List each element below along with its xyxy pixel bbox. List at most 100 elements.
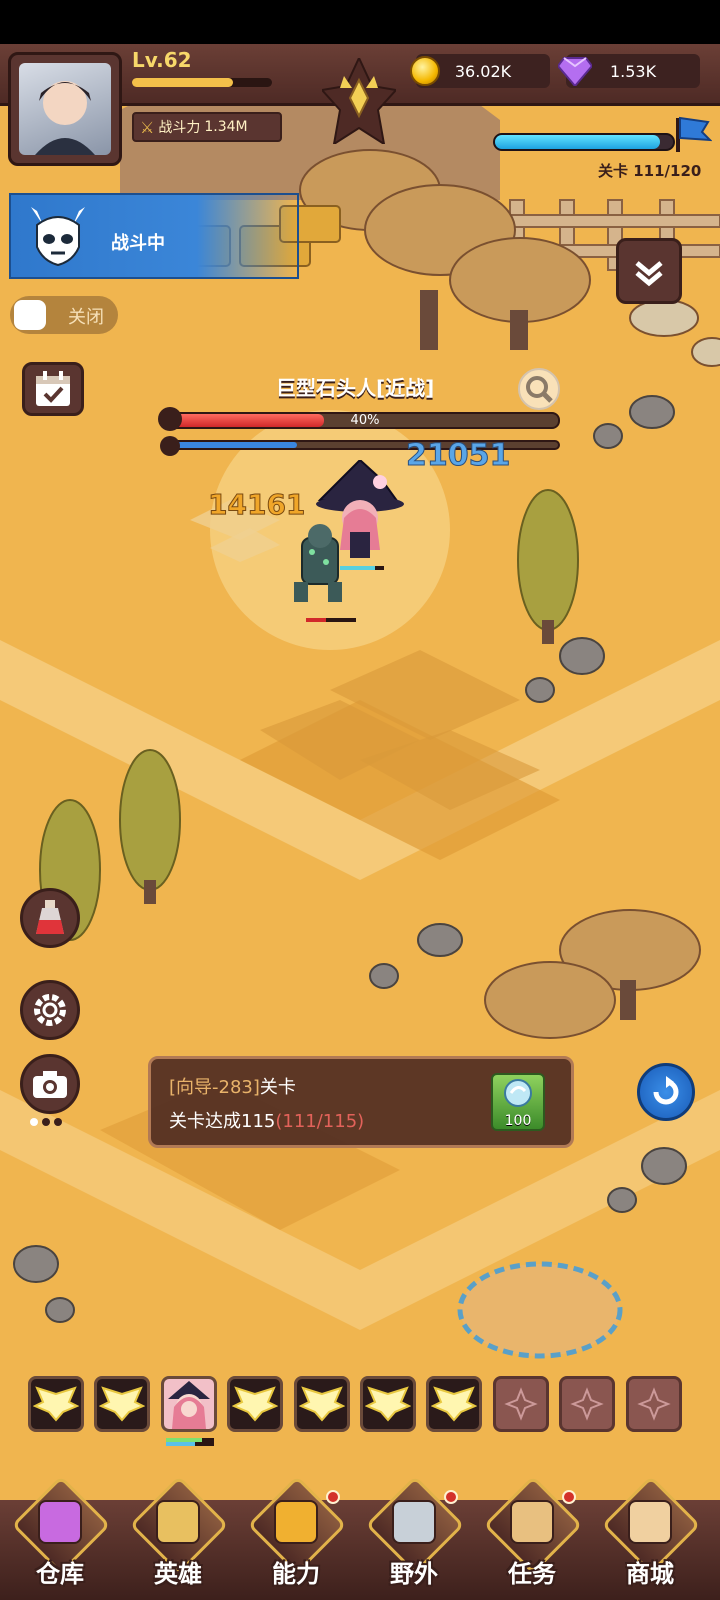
player-avatar[interactable] <box>8 52 122 166</box>
nav-item-label: 商城 <box>626 1560 674 1588</box>
gear-icon <box>34 994 66 1026</box>
toggle-knob <box>14 300 46 330</box>
flag-icon <box>676 116 712 152</box>
nav-item-label: 英雄 <box>154 1560 202 1588</box>
hero-portrait-icon <box>167 1381 210 1429</box>
hero-slot-empty[interactable] <box>492 1376 549 1432</box>
crossed-swords-icon <box>392 1500 436 1544</box>
crystal-orb-icon <box>504 1079 532 1107</box>
empty-slot-icon <box>570 1387 604 1421</box>
collapse-button[interactable] <box>616 238 682 304</box>
stage-progress-bar <box>493 133 675 151</box>
empty-slot-icon <box>636 1387 671 1421</box>
hero-slot[interactable] <box>94 1376 151 1432</box>
nav-item[interactable]: 能力 <box>240 1475 352 1600</box>
hero-slot-active[interactable] <box>160 1376 217 1432</box>
gold-coin-icon <box>410 56 440 86</box>
damage-number-blue: 21051 <box>405 438 511 474</box>
auto-battle-toggle[interactable]: 关闭 <box>10 296 118 334</box>
hero-slot[interactable] <box>227 1376 284 1432</box>
toggle-label: 关闭 <box>68 307 104 328</box>
avatar-portrait <box>19 63 111 155</box>
hero-slot-empty[interactable] <box>559 1376 616 1432</box>
battle-status-label: 战斗中 <box>111 233 165 254</box>
boss-skill-fill <box>168 442 297 448</box>
inspect-button[interactable] <box>518 368 560 410</box>
combat-power-value: 1.34M <box>204 119 248 135</box>
player-level: Lv.62 <box>132 48 192 72</box>
golem-mini-hp-bar <box>306 618 356 622</box>
winged-emblem-icon <box>99 1386 146 1422</box>
golem-character <box>294 524 342 602</box>
nav-item-label: 野外 <box>390 1560 438 1588</box>
status-bar <box>0 0 720 44</box>
notification-badge <box>444 1490 458 1504</box>
nav-item[interactable]: 仓库 <box>4 1475 116 1600</box>
quest-progress: (111/115) <box>275 1111 365 1132</box>
refresh-icon <box>653 1076 679 1105</box>
refresh-button[interactable] <box>637 1063 695 1121</box>
hero-slot-empty[interactable] <box>625 1376 682 1432</box>
magnifier-icon <box>526 376 553 403</box>
boss-hp-bar: 40% <box>166 412 560 429</box>
quest-panel[interactable]: [向导-283]关卡 关卡达成115(111/115) 100 <box>148 1056 574 1148</box>
boss-name: 巨型石头人[近战] <box>276 376 435 400</box>
winged-emblem-icon <box>33 1386 79 1422</box>
gold-amount: 36.02K <box>454 61 512 81</box>
nav-item[interactable]: 野外 <box>358 1475 470 1600</box>
combat-power-label: 战斗力 <box>158 120 201 136</box>
camera-button[interactable] <box>20 1054 80 1114</box>
winged-emblem-icon <box>365 1386 411 1422</box>
potion-button[interactable] <box>20 888 80 948</box>
xp-bar <box>132 78 272 87</box>
page-indicator-dots <box>30 1118 70 1128</box>
quest-tag: [向导-283] <box>169 1077 260 1098</box>
winged-emblem-icon <box>298 1386 345 1422</box>
battle-status-banner[interactable]: 战斗中 <box>9 193 299 279</box>
nav-item[interactable]: 任务 <box>476 1475 588 1600</box>
page-dot <box>42 1118 50 1126</box>
rank-emblem-icon <box>322 58 396 144</box>
potion-icon <box>36 900 64 934</box>
quest-reward[interactable]: 100 <box>491 1073 545 1131</box>
demon-skull-icon <box>31 207 85 267</box>
gem-icon <box>558 57 592 86</box>
boss-hp-percent: 40% <box>350 413 380 428</box>
gold-bars-icon <box>274 1500 318 1544</box>
quest-title: [向导-283]关卡 <box>169 1073 296 1099</box>
helmet-icon <box>156 1500 200 1544</box>
hero-slot[interactable] <box>426 1376 483 1432</box>
quest-goal: 关卡达成115 <box>169 1111 276 1132</box>
chest-icon <box>38 1500 82 1544</box>
nav-item-label: 任务 <box>508 1560 556 1588</box>
nav-item-label: 仓库 <box>36 1560 84 1588</box>
hero-slot[interactable] <box>293 1376 350 1432</box>
gem-amount: 1.53K <box>609 61 657 81</box>
scroll-icon <box>510 1500 554 1544</box>
page-dot-active <box>30 1118 38 1126</box>
quest-description: 关卡达成115(111/115) <box>169 1107 364 1133</box>
calendar-icon <box>36 371 70 406</box>
hero-slot[interactable] <box>28 1376 84 1432</box>
hero-mini-hp-bar <box>340 566 384 570</box>
hero-slot[interactable] <box>360 1376 416 1432</box>
winged-emblem-icon <box>431 1386 478 1422</box>
sword-icon: ⚔ <box>140 117 155 137</box>
xp-bar-fill <box>132 78 233 87</box>
nav-item[interactable]: 英雄 <box>122 1475 234 1600</box>
quest-name: 关卡 <box>259 1077 296 1098</box>
chevron-down-icon <box>635 261 663 287</box>
hero-slot-hp-bar <box>166 1438 214 1446</box>
stage-counter: 关卡 111/120 <box>598 162 702 180</box>
settings-button[interactable] <box>20 980 80 1040</box>
winged-emblem-icon <box>232 1386 279 1422</box>
reward-count: 100 <box>504 1113 532 1129</box>
stage-progress-fill <box>495 135 660 149</box>
calendar-button[interactable] <box>22 362 84 416</box>
nav-item[interactable]: 商城 <box>594 1475 706 1600</box>
camera-icon <box>33 1071 67 1098</box>
combat-power: ⚔ 战斗力 1.34M <box>132 112 282 142</box>
notification-badge <box>562 1490 576 1504</box>
page-dot <box>54 1118 62 1126</box>
clock-icon <box>160 436 180 456</box>
